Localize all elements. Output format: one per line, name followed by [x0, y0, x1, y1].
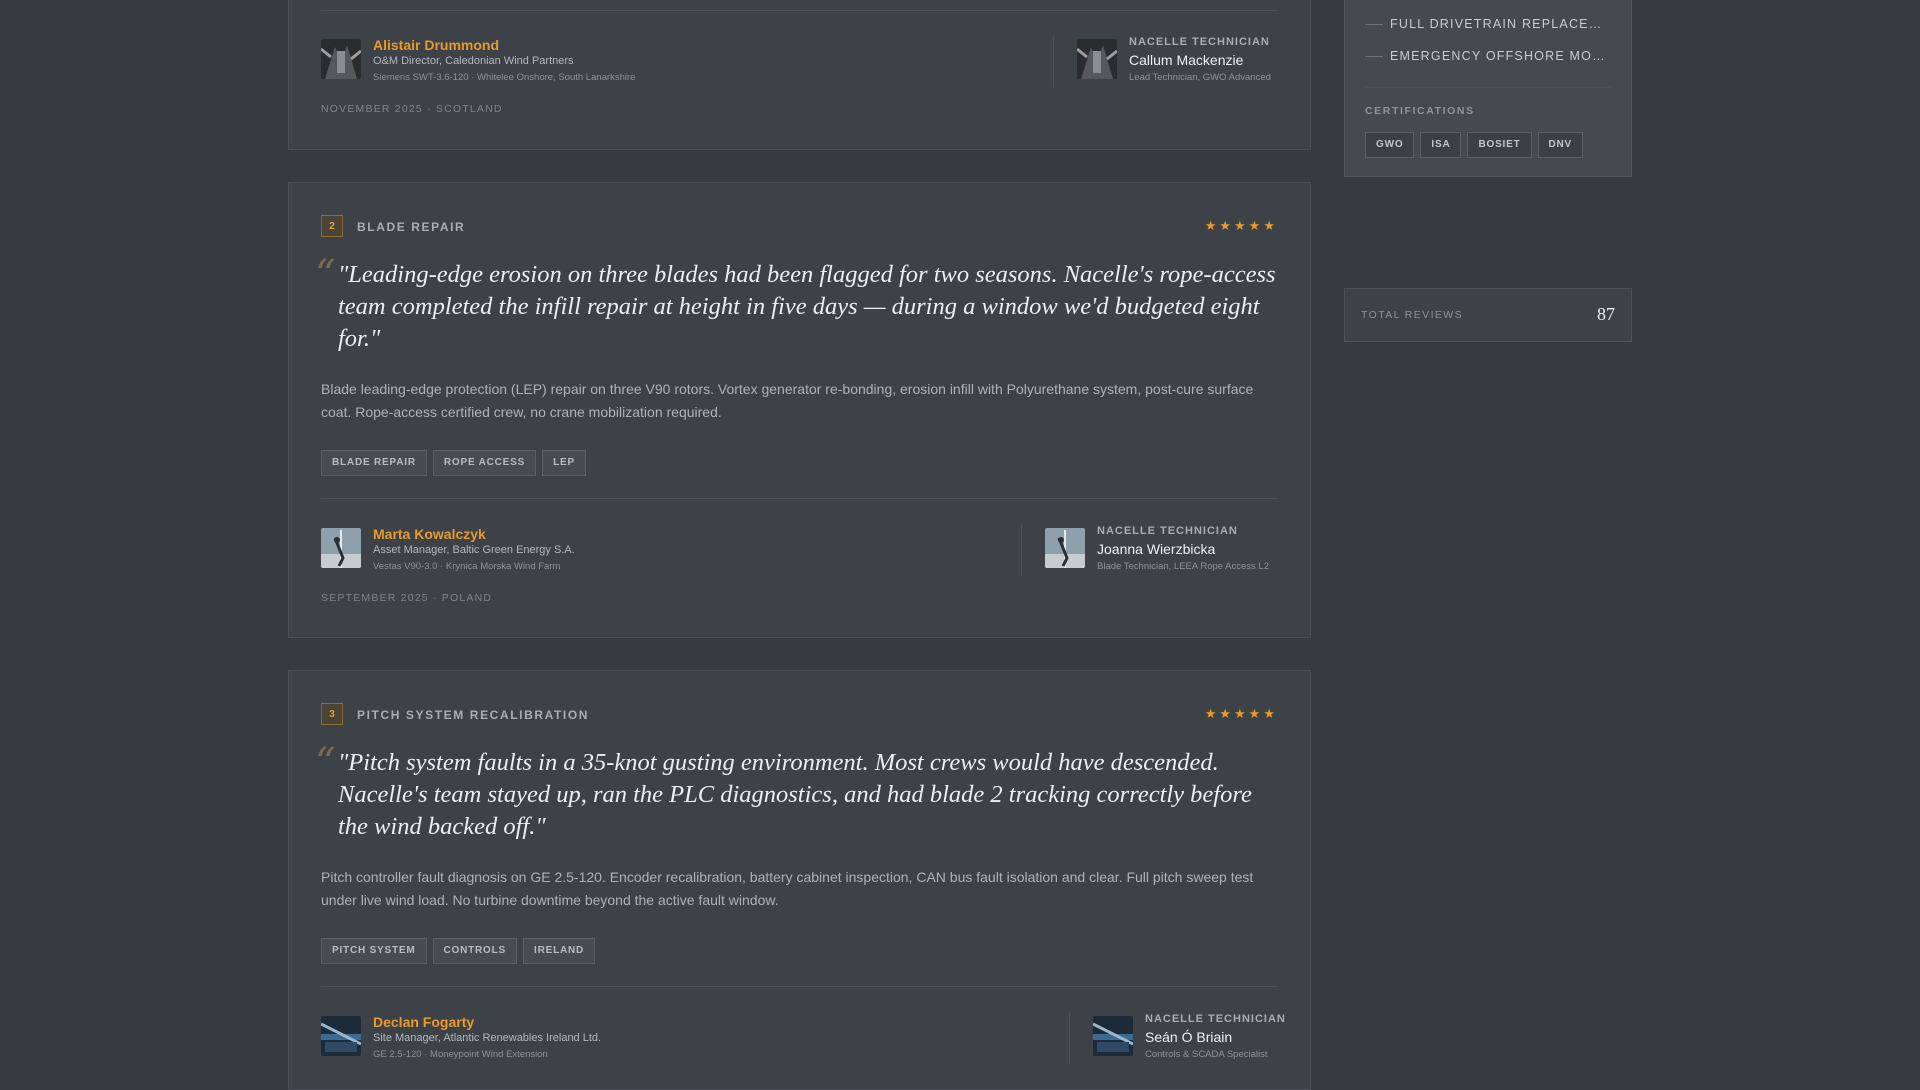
- total-reviews-card: Total Reviews 87: [1344, 288, 1632, 342]
- review-meta: September 2025 · Poland: [321, 592, 493, 604]
- client-avatar: [321, 528, 361, 568]
- divider: [1365, 87, 1611, 88]
- tag[interactable]: Blade Repair: [321, 450, 427, 476]
- service-label: Emergency Offshore Mobili...: [1390, 49, 1611, 63]
- client-name[interactable]: Marta Kowalczyk: [373, 526, 486, 542]
- review-header: 2 Blade Repair ★★★★★: [321, 215, 1278, 239]
- tag-list: Pitch System Controls Ireland: [321, 938, 601, 964]
- review-quote: "Pitch system faults in a 35-knot gustin…: [338, 749, 1252, 840]
- review-description: Pitch controller fault diagnosis on GE 2…: [321, 869, 1254, 908]
- dash-icon: [1365, 56, 1383, 58]
- avatar-photo-icon: [1045, 528, 1085, 568]
- divider: [321, 498, 1278, 499]
- review-card-1: Alistair Drummond O&M Director, Caledoni…: [288, 0, 1311, 150]
- certifications-title: Certifications: [1365, 105, 1475, 117]
- technician-title: Controls & SCADA Specialist: [1145, 1049, 1268, 1060]
- service-item[interactable]: Emergency Offshore Mobili...: [1365, 49, 1611, 63]
- star-rating: ★★★★★: [1204, 218, 1278, 233]
- dash-icon: [1365, 24, 1383, 26]
- technician-avatar: [1077, 39, 1117, 79]
- cert-badge: DNV: [1537, 132, 1584, 158]
- technician-name: Joanna Wierzbicka: [1097, 541, 1216, 557]
- vertical-divider: [1053, 35, 1054, 87]
- review-category: Pitch System Recalibration: [357, 708, 590, 722]
- avatar-photo-icon: [321, 528, 361, 568]
- client-site: GE 2.5-120 · Moneypoint Wind Extension: [373, 1049, 548, 1060]
- vertical-divider: [1021, 524, 1022, 576]
- client-role: O&M Director, Caledonian Wind Partners: [373, 55, 574, 67]
- star-rating: ★★★★★: [1204, 706, 1278, 721]
- review-category: Blade Repair: [357, 220, 466, 234]
- service-item[interactable]: Full Drivetrain Replacement: [1365, 17, 1611, 31]
- review-number-badge: 2: [321, 215, 343, 237]
- client-name[interactable]: Declan Fogarty: [373, 1014, 474, 1030]
- client-role: Asset Manager, Baltic Green Energy S.A.: [373, 544, 575, 556]
- technician-avatar: [1045, 528, 1085, 568]
- client-avatar: [321, 1016, 361, 1056]
- tag-list: Blade Repair Rope Access LEP: [321, 450, 592, 476]
- avatar-photo-icon: [321, 39, 361, 79]
- technician-title: Blade Technician, LEEA Rope Access L2: [1097, 561, 1269, 572]
- tag[interactable]: Rope Access: [432, 450, 537, 476]
- services-certifications-panel: Full Drivetrain Replacement Emergency Of…: [1344, 0, 1632, 177]
- vertical-divider: [1069, 1012, 1070, 1064]
- quote-icon: “: [315, 252, 336, 298]
- tag[interactable]: Ireland: [523, 938, 596, 964]
- tag[interactable]: LEP: [542, 450, 586, 476]
- technician-title: Lead Technician, GWO Advanced: [1129, 72, 1271, 83]
- cert-badge: BOSIET: [1467, 132, 1532, 158]
- avatar-photo-icon: [1093, 1016, 1133, 1056]
- client-site: Vestas V90-3.0 · Krynica Morska Wind Far…: [373, 561, 561, 572]
- tag[interactable]: Controls: [432, 938, 518, 964]
- client-site: Siemens SWT-3.6-120 · Whitelee Onshore, …: [373, 72, 636, 83]
- technician-name: Callum Mackenzie: [1129, 52, 1244, 68]
- review-description: Blade leading-edge protection (LEP) repa…: [321, 381, 1254, 420]
- technician-avatar: [1093, 1016, 1133, 1056]
- review-number-badge: 3: [321, 703, 343, 725]
- avatar-photo-icon: [1077, 39, 1117, 79]
- technician-label: Nacelle Technician: [1097, 525, 1238, 537]
- review-header: 3 Pitch System Recalibration ★★★★★: [321, 703, 1278, 727]
- avatar-photo-icon: [321, 1016, 361, 1056]
- cert-badge: GWO: [1365, 132, 1415, 158]
- stat-value: 87: [1597, 304, 1615, 324]
- review-meta: November 2025 · Scotland: [321, 103, 503, 115]
- technician-label: Nacelle Technician: [1129, 36, 1270, 48]
- technician-label: Nacelle Technician: [1145, 1013, 1286, 1025]
- review-card-3: 3 Pitch System Recalibration ★★★★★ “ "Pi…: [288, 670, 1311, 1090]
- client-name[interactable]: Alistair Drummond: [373, 37, 499, 53]
- service-label: Full Drivetrain Replacement: [1390, 17, 1611, 31]
- technician-name: Seán Ó Briain: [1145, 1029, 1233, 1045]
- review-card-2: 2 Blade Repair ★★★★★ “ "Leading-edge ero…: [288, 182, 1311, 638]
- cert-list: GWO ISA BOSIET DNV: [1365, 132, 1589, 158]
- divider: [321, 986, 1278, 987]
- client-avatar: [321, 39, 361, 79]
- tag[interactable]: Pitch System: [321, 938, 427, 964]
- stat-label: Total Reviews: [1361, 309, 1464, 321]
- cert-badge: ISA: [1420, 132, 1462, 158]
- divider: [321, 10, 1278, 11]
- client-role: Site Manager, Atlantic Renewables Irelan…: [373, 1032, 602, 1044]
- review-quote: "Leading-edge erosion on three blades ha…: [338, 261, 1276, 352]
- quote-icon: “: [315, 740, 336, 786]
